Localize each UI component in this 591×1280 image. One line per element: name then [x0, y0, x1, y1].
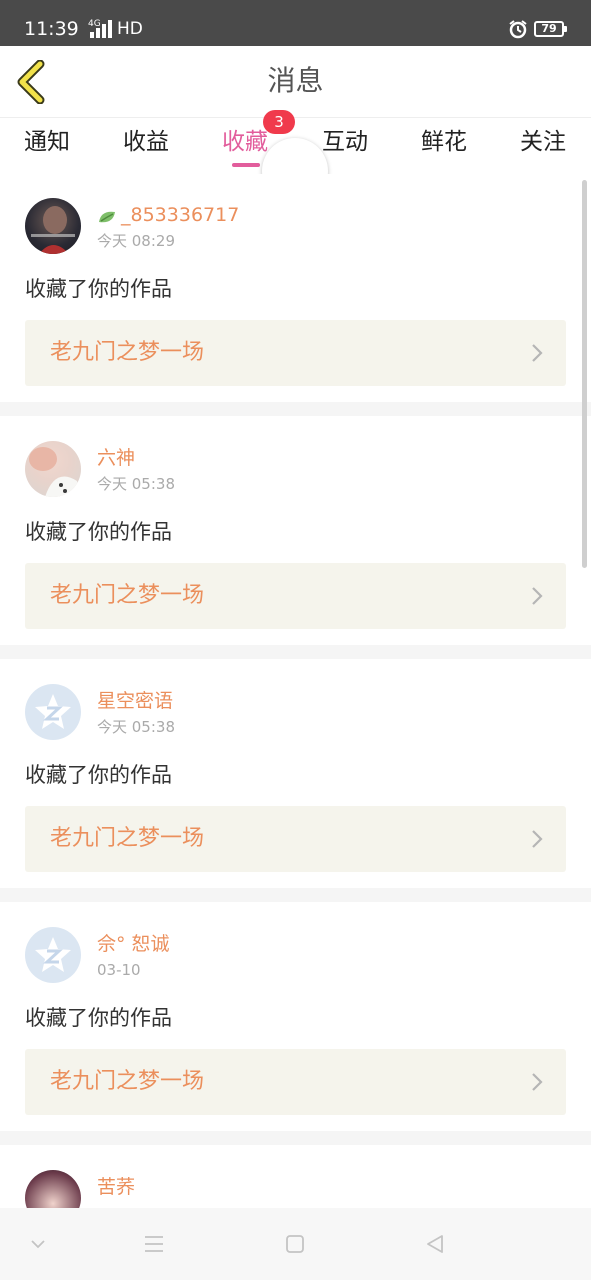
chevron-right-icon — [532, 1073, 543, 1091]
chevron-right-icon — [532, 587, 543, 605]
message-text: 收藏了你的作品 — [25, 520, 172, 544]
list-item[interactable]: 佘° 恕诚 03-10 收藏了你的作品 老九门之梦一场 — [0, 903, 591, 1131]
system-nav-bar — [0, 1208, 591, 1280]
work-link[interactable]: 老九门之梦一场 — [25, 806, 566, 872]
chevron-right-icon — [532, 830, 543, 848]
status-bar: 11:39 4G HD 79 — [0, 0, 591, 46]
menu-icon[interactable] — [142, 1232, 166, 1256]
avatar[interactable] — [25, 927, 81, 983]
work-link[interactable]: 老九门之梦一场 — [25, 563, 566, 629]
leaf-icon — [99, 211, 115, 223]
avatar[interactable] — [25, 1170, 81, 1208]
avatar-photo — [31, 206, 75, 254]
divider — [0, 1131, 591, 1145]
page-title: 消息 — [267, 64, 324, 97]
message-time: 今天 05:38 — [97, 475, 175, 493]
avatar[interactable] — [25, 198, 81, 254]
battery-icon: 79 — [534, 21, 567, 37]
alarm-icon — [509, 20, 527, 39]
chevron-right-icon — [532, 344, 543, 362]
default-avatar-icon — [35, 694, 71, 729]
message-text: 收藏了你的作品 — [25, 763, 172, 787]
work-link[interactable]: 老九门之梦一场 — [25, 320, 566, 386]
tab-flowers[interactable]: 鲜花 — [421, 126, 467, 158]
username[interactable]: 星空密语 — [97, 690, 173, 712]
message-text: 收藏了你的作品 — [25, 1006, 172, 1030]
status-time: 11:39 — [24, 18, 79, 40]
tab-follows[interactable]: 关注 — [520, 126, 566, 158]
username[interactable]: _853336717 — [121, 204, 239, 226]
tab-favorites[interactable]: 收藏 — [222, 126, 268, 158]
chevron-down-icon[interactable] — [26, 1232, 50, 1256]
avatar-photo — [29, 447, 81, 497]
divider — [0, 402, 591, 416]
divider — [0, 888, 591, 902]
work-title: 老九门之梦一场 — [50, 1069, 205, 1094]
list-item[interactable]: 苦荞 — [0, 1146, 591, 1208]
hd-indicator: HD — [117, 19, 143, 39]
tab-interactions[interactable]: 互动 — [322, 126, 368, 158]
divider — [0, 645, 591, 659]
list-item[interactable]: 六神 今天 05:38 收藏了你的作品 老九门之梦一场 — [0, 417, 591, 645]
scrollbar[interactable] — [582, 180, 587, 568]
default-avatar-icon — [35, 937, 71, 972]
back-nav-icon[interactable] — [423, 1232, 447, 1256]
message-time: 03-10 — [97, 961, 141, 979]
username[interactable]: 佘° 恕诚 — [97, 933, 170, 955]
message-time: 今天 05:38 — [97, 718, 175, 736]
home-icon[interactable] — [283, 1232, 307, 1256]
work-link[interactable]: 老九门之梦一场 — [25, 1049, 566, 1115]
tab-notifications[interactable]: 通知 — [24, 126, 70, 158]
username[interactable]: 六神 — [97, 447, 135, 469]
username[interactable]: 苦荞 — [97, 1176, 135, 1198]
message-text: 收藏了你的作品 — [25, 277, 172, 301]
unread-badge: 3 — [263, 110, 295, 134]
tab-earnings[interactable]: 收益 — [123, 126, 169, 158]
work-title: 老九门之梦一场 — [50, 340, 205, 365]
active-tab-indicator — [232, 163, 260, 167]
signal-icon — [90, 20, 114, 38]
work-title: 老九门之梦一场 — [50, 826, 205, 851]
avatar[interactable] — [25, 441, 81, 497]
work-title: 老九门之梦一场 — [50, 583, 205, 608]
app-header: 消息 — [0, 46, 591, 118]
avatar[interactable] — [25, 684, 81, 740]
list-item[interactable]: 星空密语 今天 05:38 收藏了你的作品 老九门之梦一场 — [0, 660, 591, 888]
message-time: 今天 08:29 — [97, 232, 175, 250]
list-item[interactable]: _853336717 今天 08:29 收藏了你的作品 老九门之梦一场 — [0, 174, 591, 402]
